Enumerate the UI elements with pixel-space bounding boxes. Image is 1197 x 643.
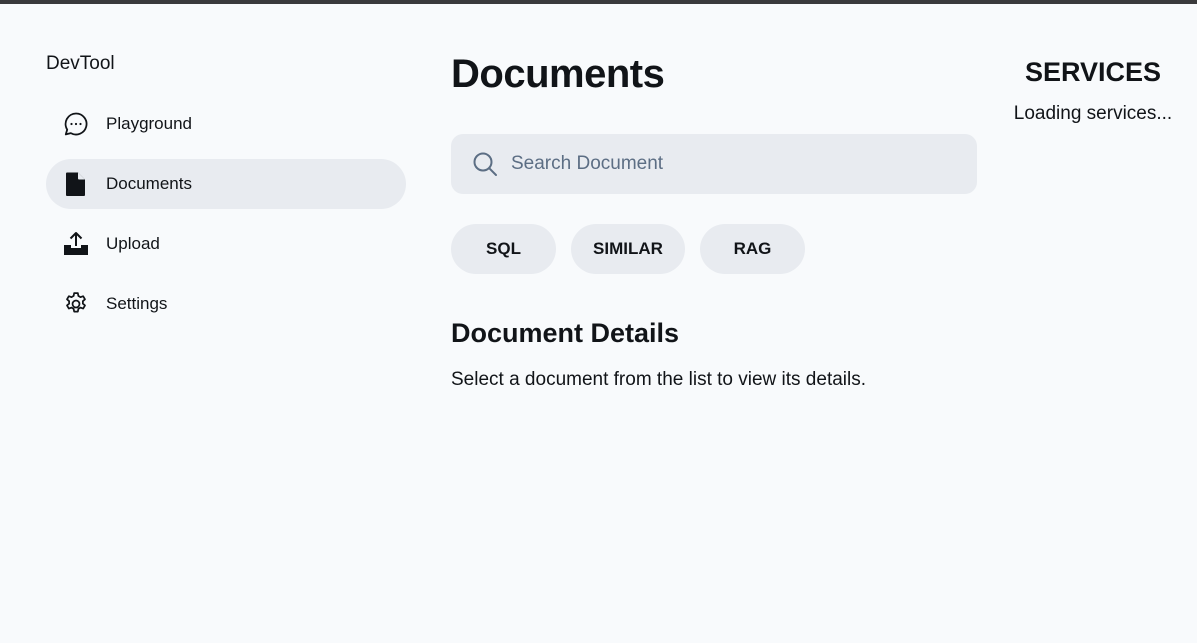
sidebar-item-playground[interactable]: Playground: [46, 99, 406, 149]
sidebar-item-label: Documents: [106, 174, 192, 193]
window-top-border: [0, 0, 1197, 4]
chat-bubble-icon: [62, 110, 90, 138]
brand-title: DevTool: [46, 53, 115, 74]
sidebar-item-documents[interactable]: Documents: [46, 159, 406, 209]
sidebar: DevTool Playground Documents Upload Sett…: [46, 52, 406, 339]
services-title: SERVICES: [1024, 57, 1162, 87]
filter-chip-sql[interactable]: SQL: [451, 224, 556, 274]
main-content: Documents SQL SIMILAR RAG Document Detai…: [451, 50, 977, 392]
search-input[interactable]: [511, 153, 951, 175]
sidebar-item-settings[interactable]: Settings: [46, 279, 406, 329]
filter-chip-similar[interactable]: SIMILAR: [571, 224, 685, 274]
sidebar-item-upload[interactable]: Upload: [46, 219, 406, 269]
services-loading-text: Loading services...: [1013, 103, 1173, 124]
document-details-placeholder: Select a document from the list to view …: [451, 369, 867, 390]
gear-icon: [62, 290, 90, 318]
page-title: Documents: [451, 52, 665, 96]
sidebar-nav: Playground Documents Upload Settings: [46, 99, 406, 329]
upload-icon: [62, 230, 90, 258]
services-panel: SERVICES Loading services...: [995, 56, 1191, 126]
filter-chip-rag[interactable]: RAG: [700, 224, 805, 274]
search-mode-filters: SQL SIMILAR RAG: [451, 224, 977, 274]
sidebar-item-label: Playground: [106, 114, 193, 133]
document-icon: [62, 170, 90, 198]
sidebar-item-label: Upload: [106, 234, 160, 253]
search-bar[interactable]: [451, 134, 977, 194]
document-details-title: Document Details: [451, 318, 680, 348]
sidebar-item-label: Settings: [106, 294, 168, 313]
search-icon: [471, 150, 499, 178]
